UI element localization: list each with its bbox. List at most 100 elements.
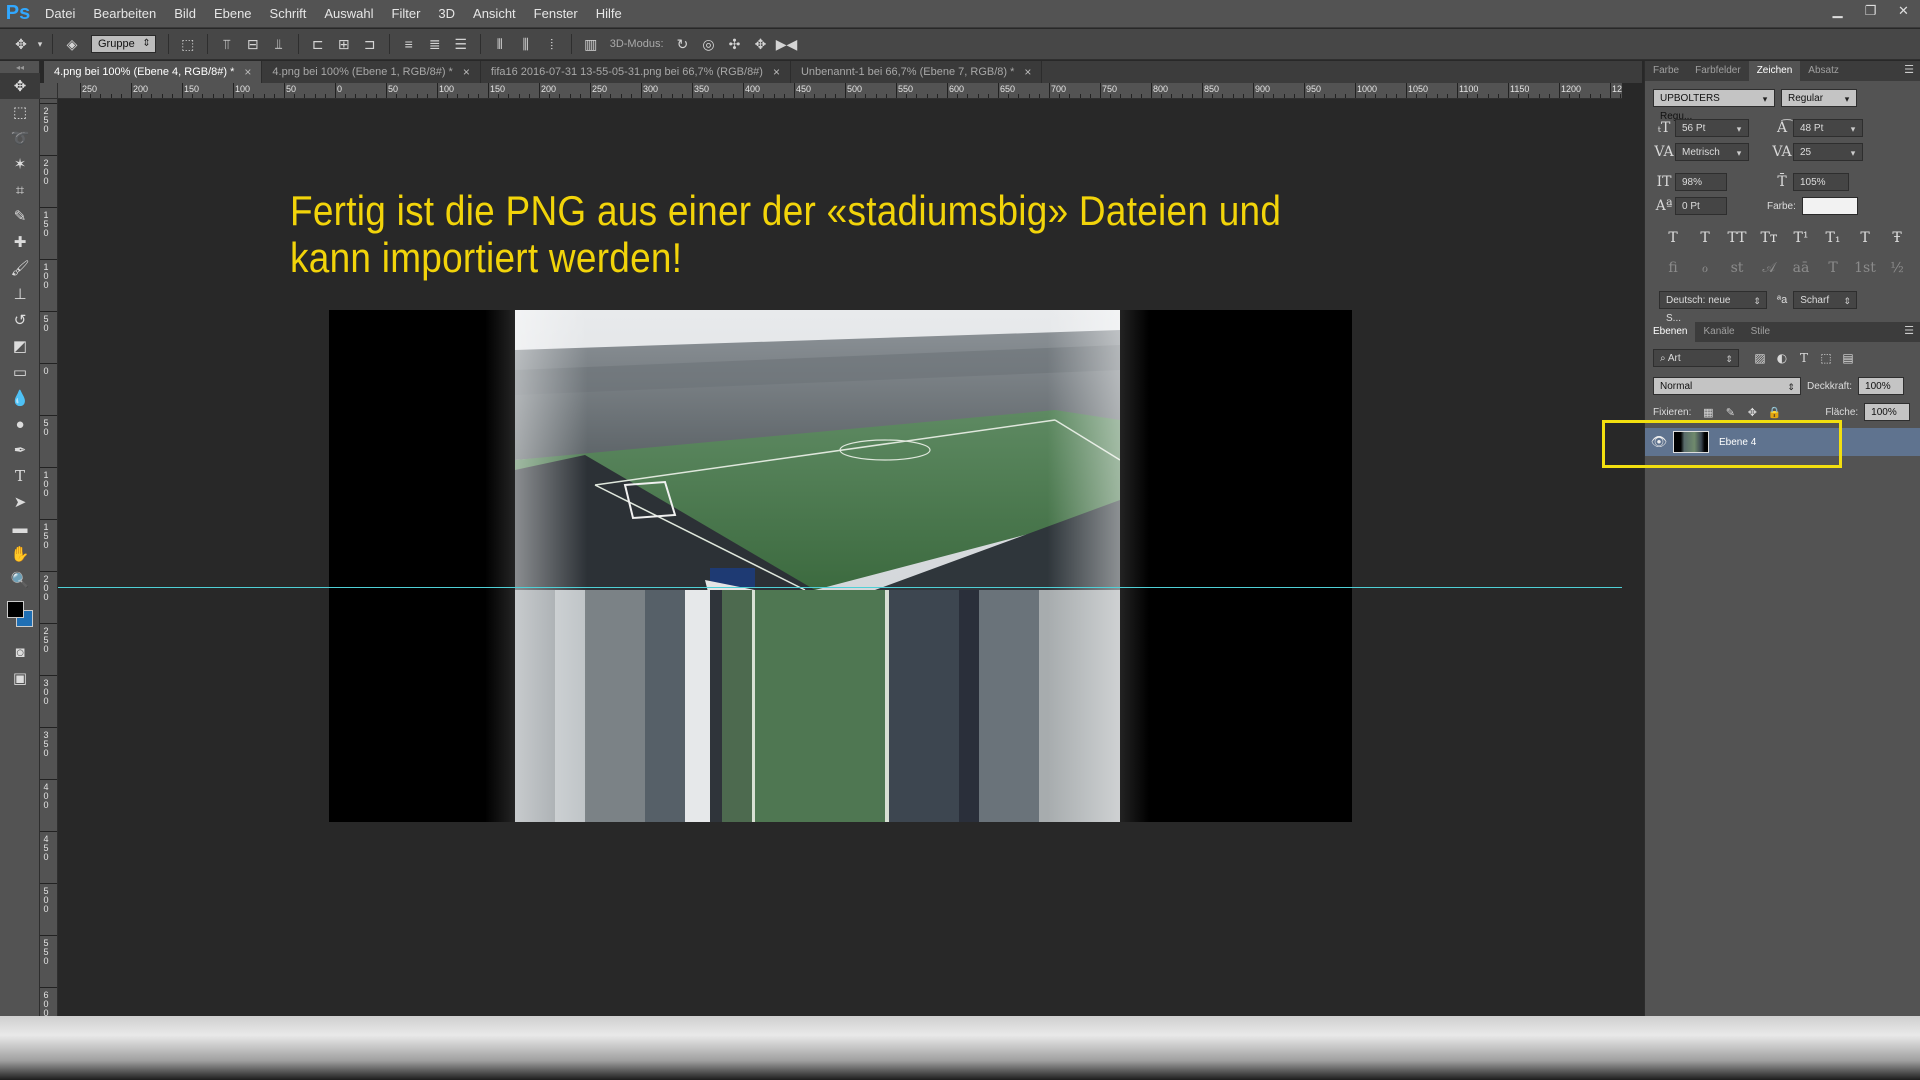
menu-item-3d[interactable]: 3D (429, 0, 464, 28)
hand-tool-icon[interactable]: ✋ (0, 541, 40, 567)
toolbar-collapse-icon[interactable]: ◂◂ (0, 61, 40, 73)
align-bottom-icon[interactable]: ⫫ (266, 31, 292, 57)
close-icon[interactable]: × (244, 65, 251, 79)
chevron-down-icon[interactable]: ▾ (34, 31, 46, 57)
horizontal-guide[interactable] (58, 587, 1622, 588)
opentype-button[interactable]: st (1721, 260, 1753, 276)
vertical-scale-field[interactable]: 98% (1675, 173, 1727, 191)
menu-item-bild[interactable]: Bild (165, 0, 205, 28)
opacity-field[interactable]: 100% (1858, 377, 1905, 395)
font-family-select[interactable]: UPBOLTERS Regu... ▾ (1653, 89, 1775, 122)
ruler-horizontal[interactable]: 250 200 150 100 50 0 50 100 150 200 250 300 350 400 45… (58, 83, 1622, 99)
align-left-icon[interactable]: ⊏ (305, 31, 331, 57)
close-icon[interactable]: ✕ (1887, 0, 1920, 22)
document-tab[interactable]: Unbenannt-1 bei 66,7% (Ebene 7, RGB/8) *… (790, 61, 1043, 83)
antialias-select[interactable]: Scharf ⇕ (1793, 291, 1858, 309)
gradient-tool-icon[interactable]: ▭ (0, 359, 40, 385)
document-tab[interactable]: fifa16 2016-07-31 13-55-05-31.png bei 66… (480, 61, 791, 83)
horizontal-scale-field[interactable]: 105% (1793, 173, 1849, 191)
color-swatches[interactable] (0, 593, 40, 639)
type-style-button[interactable]: TT (1721, 230, 1753, 246)
menu-item-datei[interactable]: Datei (36, 0, 84, 28)
type-style-button[interactable]: T (1657, 230, 1689, 246)
panel-menu-icon[interactable]: ☰ (1904, 324, 1914, 337)
align-right-icon[interactable]: ⊐ (357, 31, 383, 57)
document-tab[interactable]: 4.png bei 100% (Ebene 1, RGB/8#) * × (262, 61, 481, 83)
foreground-color[interactable] (7, 601, 24, 618)
blend-mode-select[interactable]: Normal ⇕ (1653, 377, 1801, 395)
menu-item-ebene[interactable]: Ebene (205, 0, 261, 28)
filter-type-icon[interactable]: T (1793, 351, 1815, 365)
drag-3d-icon[interactable]: ✣ (722, 31, 748, 57)
opentype-button[interactable]: fi (1657, 260, 1689, 276)
crop-tool-icon[interactable]: ⌗ (0, 177, 40, 203)
menu-item-ansicht[interactable]: Ansicht (464, 0, 525, 28)
layer-row[interactable]: 👁 Ebene 4 (1645, 428, 1920, 456)
lock-position-icon[interactable]: ✥ (1741, 406, 1763, 419)
clone-stamp-tool-icon[interactable]: ⊥ (0, 281, 40, 307)
distribute-top-icon[interactable]: ≡ (396, 31, 422, 57)
zoom-tool-icon[interactable]: 🔍 (0, 567, 40, 593)
filter-smartobject-icon[interactable]: ▤ (1837, 351, 1859, 365)
auto-select-icon[interactable]: ◈ (59, 31, 85, 57)
type-tool-icon[interactable]: T (0, 463, 40, 489)
menu-item-auswahl[interactable]: Auswahl (315, 0, 382, 28)
healing-brush-tool-icon[interactable]: ✚ (0, 229, 40, 255)
panel-tab-farbe[interactable]: Farbe (1645, 61, 1687, 81)
close-icon[interactable]: × (1024, 65, 1031, 79)
lock-all-icon[interactable]: 🔒 (1763, 406, 1785, 419)
align-hcenter-icon[interactable]: ⊞ (331, 31, 357, 57)
opentype-button[interactable]: 𝒜 (1753, 260, 1785, 276)
type-style-button[interactable]: T¹ (1785, 230, 1817, 246)
opentype-button[interactable]: aā (1785, 260, 1817, 276)
opentype-button[interactable]: ℴ (1689, 260, 1721, 276)
font-style-select[interactable]: Regular ▾ (1781, 89, 1857, 107)
minimize-icon[interactable]: ▁ (1821, 0, 1854, 22)
auto-select-dropdown[interactable]: Gruppe (91, 35, 156, 53)
distribute-vcenter-icon[interactable]: ≣ (422, 31, 448, 57)
document-tab[interactable]: 4.png bei 100% (Ebene 4, RGB/8#) * × (44, 61, 263, 83)
filter-pixel-icon[interactable]: ▨ (1749, 351, 1771, 365)
menu-item-filter[interactable]: Filter (383, 0, 430, 28)
lock-transparency-icon[interactable]: ▦ (1697, 406, 1719, 419)
type-style-button[interactable]: T (1849, 230, 1881, 246)
type-style-button[interactable]: T (1689, 230, 1721, 246)
dodge-tool-icon[interactable]: ● (0, 411, 40, 437)
menu-item-schrift[interactable]: Schrift (261, 0, 316, 28)
path-selection-tool-icon[interactable]: ➤ (0, 489, 40, 515)
rectangle-tool-icon[interactable]: ▬ (0, 515, 40, 541)
menu-item-bearbeiten[interactable]: Bearbeiten (84, 0, 165, 28)
panel-tab-stile[interactable]: Stile (1743, 322, 1778, 342)
align-top-icon[interactable]: ⫪ (214, 31, 240, 57)
brush-tool-icon[interactable]: 🖌 (0, 255, 40, 281)
kerning-field[interactable]: Metrisch ▾ (1675, 143, 1749, 161)
text-color-swatch[interactable] (1801, 197, 1858, 215)
fill-field[interactable]: 100% (1864, 403, 1911, 421)
distribute-right-icon[interactable]: ⦙ (539, 31, 565, 57)
lock-pixels-icon[interactable]: ✎ (1719, 406, 1741, 419)
roll-3d-icon[interactable]: ◎ (696, 31, 722, 57)
screen-mode-icon[interactable]: ▣ (0, 665, 40, 691)
font-size-field[interactable]: 56 Pt ▾ (1675, 119, 1749, 137)
panel-tab-farbfelder[interactable]: Farbfelder (1687, 61, 1749, 81)
close-icon[interactable]: × (773, 65, 780, 79)
panel-tab-absatz[interactable]: Absatz (1800, 61, 1847, 81)
distribute-left-icon[interactable]: ⦀ (487, 31, 513, 57)
slide-3d-icon[interactable]: ✥ (748, 31, 774, 57)
distribute-hcenter-icon[interactable]: ⫼ (513, 31, 539, 57)
type-style-button[interactable]: Tт (1753, 230, 1785, 246)
opentype-button[interactable]: T (1817, 260, 1849, 276)
quick-mask-icon[interactable]: ◙ (0, 639, 40, 665)
move-tool-icon[interactable]: ✥ (0, 73, 40, 99)
leading-field[interactable]: 48 Pt ▾ (1793, 119, 1863, 137)
menu-item-hilfe[interactable]: Hilfe (587, 0, 631, 28)
align-vcenter-icon[interactable]: ⊟ (240, 31, 266, 57)
baseline-shift-field[interactable]: 0 Pt (1675, 197, 1727, 215)
eyedropper-tool-icon[interactable]: ✎ (0, 203, 40, 229)
layer-filter-select[interactable]: ⌕ Art ⇕ (1653, 349, 1739, 367)
move-tool-preset-icon[interactable]: ✥ (8, 31, 34, 57)
filter-adjustment-icon[interactable]: ◐ (1771, 351, 1793, 365)
auto-align-icon[interactable]: ▥ (578, 31, 604, 57)
document-canvas[interactable]: Fertig ist die PNG aus einer der «stadiu… (58, 99, 1622, 1016)
panel-tab-kanäle[interactable]: Kanäle (1695, 322, 1742, 342)
